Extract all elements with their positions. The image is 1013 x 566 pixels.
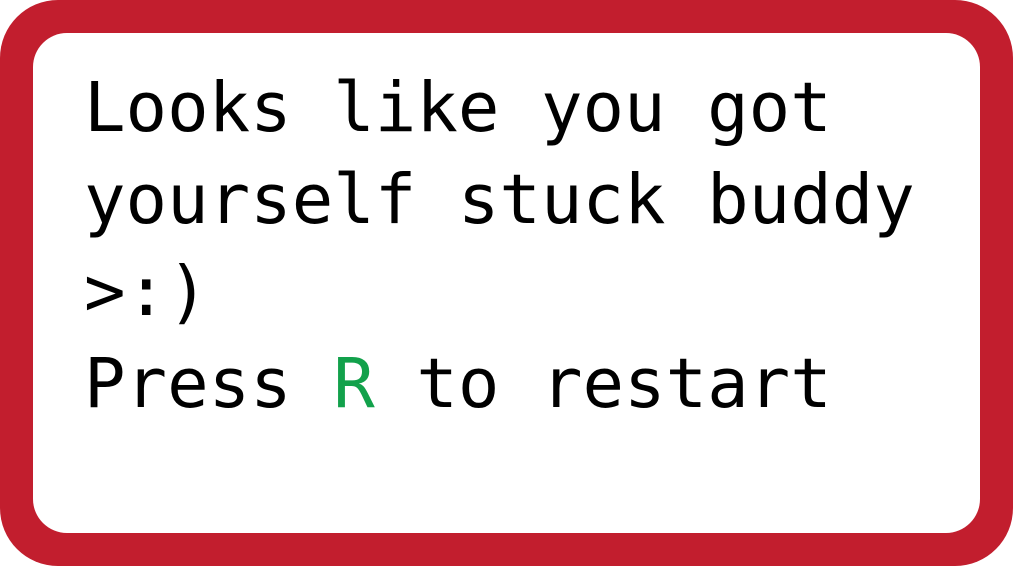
- message-line-2: yourself stuck buddy: [84, 160, 915, 240]
- stuck-message: Looks like you got yourself stuck buddy …: [84, 62, 964, 430]
- restart-suffix: to restart: [374, 344, 832, 424]
- message-line-3: >:): [84, 252, 209, 332]
- restart-instruction: Press R to restart: [84, 338, 964, 430]
- restart-key: R: [333, 344, 375, 424]
- stuck-dialog-frame: Looks like you got yourself stuck buddy …: [0, 0, 1013, 566]
- message-line-1: Looks like you got: [84, 68, 832, 148]
- restart-prefix: Press: [84, 344, 334, 424]
